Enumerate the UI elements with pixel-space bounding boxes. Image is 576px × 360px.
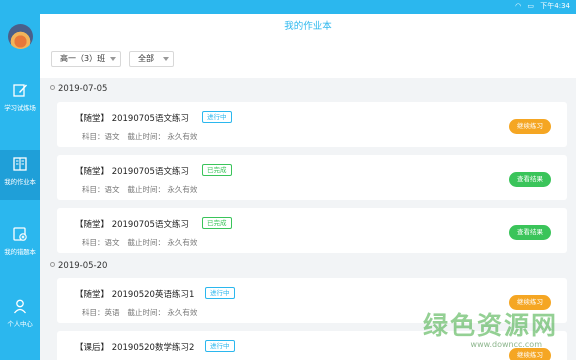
- error-book-icon: [13, 227, 27, 241]
- sidebar: 学习试炼场 我的作业本 我的错题本 个人中心: [0, 0, 40, 360]
- book-icon: [13, 157, 27, 171]
- status-select[interactable]: 全部: [129, 51, 174, 67]
- filter-bar: 高一（3）班 全部: [40, 40, 576, 78]
- sidebar-item-profile[interactable]: 个人中心: [0, 298, 40, 348]
- sidebar-item-label: 我的错题本: [4, 248, 36, 256]
- list-item[interactable]: 【随堂】 20190705语文练习 进行中 科目：语文 截止时间： 永久有效 继续…: [57, 102, 567, 147]
- status-badge: 进行中: [202, 111, 232, 123]
- sidebar-item-practice[interactable]: 学习试炼场: [0, 82, 40, 132]
- homework-title: 【课后】 20190520数学练习2: [75, 343, 195, 353]
- sidebar-item-label: 学习试炼场: [4, 104, 36, 112]
- sidebar-item-label: 我的作业本: [4, 178, 36, 186]
- homework-title: 【随堂】 20190705语文练习: [75, 220, 189, 230]
- status-time: 下午4:34: [540, 2, 570, 10]
- continue-practice-button[interactable]: 继续练习: [509, 119, 551, 134]
- homework-title: 【随堂】 20190705语文练习: [75, 167, 189, 177]
- status-badge: 进行中: [205, 287, 235, 299]
- homework-meta: 科目：语文 截止时间： 永久有效: [82, 238, 198, 247]
- sidebar-item-label: 个人中心: [7, 320, 33, 328]
- status-bar: ◠ ▭ 下午4:34: [40, 0, 576, 14]
- list-item[interactable]: 【随堂】 20190705语文练习 已完成 科目：语文 截止时间： 永久有效 查看…: [57, 155, 567, 200]
- chevron-down-icon: [163, 57, 169, 61]
- battery-icon: ▭: [527, 2, 535, 10]
- watermark: 绿色资源网 www.downcc.com: [418, 306, 558, 349]
- timeline-dot-icon: [50, 262, 55, 267]
- list-item[interactable]: 【随堂】 20190705语文练习 已完成 科目：语文 截止时间： 永久有效 查看…: [57, 208, 567, 253]
- status-select-value: 全部: [138, 54, 154, 63]
- user-icon: [13, 299, 27, 314]
- view-result-button[interactable]: 查看结果: [509, 172, 551, 187]
- continue-practice-button[interactable]: 继续练习: [509, 348, 551, 360]
- status-badge: 已完成: [202, 217, 232, 229]
- homework-meta: 科目：语文 截止时间： 永久有效: [82, 132, 198, 141]
- avatar[interactable]: [8, 24, 33, 49]
- status-badge: 进行中: [205, 340, 235, 352]
- class-select[interactable]: 高一（3）班: [51, 51, 121, 67]
- chevron-down-icon: [110, 57, 116, 61]
- watermark-text: 绿色资源网: [422, 311, 558, 340]
- homework-title: 【随堂】 20190705语文练习: [75, 114, 189, 124]
- class-select-value: 高一（3）班: [60, 54, 106, 63]
- wifi-icon: ◠: [515, 2, 522, 10]
- sidebar-item-homework[interactable]: 我的作业本: [0, 150, 40, 200]
- status-badge: 已完成: [202, 164, 232, 176]
- page-title: 我的作业本: [40, 14, 576, 40]
- date-header: 2019-05-20: [50, 261, 107, 271]
- date-header: 2019-07-05: [50, 84, 107, 94]
- homework-title: 【随堂】 20190520英语练习1: [75, 290, 195, 300]
- sidebar-item-mistakes[interactable]: 我的错题本: [0, 226, 40, 276]
- pencil-icon: [13, 84, 27, 97]
- timeline-dot-icon: [50, 85, 55, 90]
- homework-meta: 科目：英语 截止时间： 永久有效: [82, 308, 198, 317]
- homework-meta: 科目：语文 截止时间： 永久有效: [82, 185, 198, 194]
- view-result-button[interactable]: 查看结果: [509, 225, 551, 240]
